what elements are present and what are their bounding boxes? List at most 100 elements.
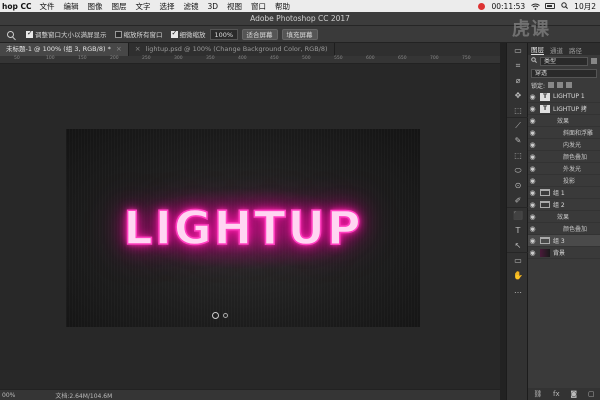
fit-screen-button[interactable]: 适合屏幕: [241, 28, 278, 40]
status-zoom[interactable]: 00%: [2, 392, 15, 399]
menu-item[interactable]: 选择: [159, 2, 174, 11]
menu-item[interactable]: 编辑: [63, 2, 78, 11]
zoom-all-windows-checkbox[interactable]: 缩放所有窗口: [114, 29, 163, 39]
layer-row[interactable]: ◉ 投影: [528, 175, 600, 187]
layer-row[interactable]: ◉ 斜面和浮雕: [528, 127, 600, 139]
visibility-eye-icon[interactable]: ◉: [528, 213, 537, 221]
visibility-eye-icon[interactable]: ◉: [528, 129, 537, 137]
menu-item[interactable]: 图像: [87, 2, 102, 11]
recording-icon[interactable]: [478, 2, 486, 10]
app-menu-name[interactable]: hop CC: [0, 2, 31, 11]
layer-name: 效果: [557, 118, 570, 125]
wifi-icon[interactable]: [531, 3, 540, 10]
scrubby-zoom-checkbox[interactable]: 细微缩放: [170, 29, 206, 39]
search-icon[interactable]: [561, 1, 569, 11]
tab-lightup-psd[interactable]: × lightup.psd @ 100% (Change Background …: [129, 43, 335, 56]
checkbox-checked[interactable]: [170, 29, 178, 38]
menu-item[interactable]: 3D: [207, 2, 218, 11]
blend-mode-select[interactable]: 穿透: [531, 68, 597, 78]
visibility-eye-icon[interactable]: ◉: [528, 153, 537, 161]
status-doc-info[interactable]: 文档:2.64M/104.6M: [55, 391, 112, 400]
layers-panel: 图层 通道 路径 类型 穿透 锁定: ◉ T LIGHTUP 1 ◉ T LIGHTUP …: [528, 43, 600, 400]
tab-channels[interactable]: 通道: [550, 45, 563, 55]
layer-row[interactable]: ◉ T LIGHTUP 拷: [528, 103, 600, 115]
tool-icon[interactable]: ⬭: [507, 163, 529, 178]
link-icon[interactable]: ⛓: [533, 390, 542, 398]
tool-icon[interactable]: ✥: [507, 88, 529, 103]
ruler-tick-label: 750: [462, 56, 471, 61]
menubar-status: 00:11:53 10月2: [478, 0, 596, 12]
tab-paths[interactable]: 路径: [569, 45, 582, 55]
tool-icon[interactable]: ⟋: [507, 118, 529, 133]
layer-row[interactable]: ◉ 颜色叠加: [528, 151, 600, 163]
layer-row[interactable]: ◉ 内发光: [528, 139, 600, 151]
visibility-eye-icon[interactable]: ◉: [528, 165, 537, 173]
tool-icon[interactable]: ⬛: [507, 208, 529, 223]
layer-kind-filter[interactable]: 类型: [540, 56, 588, 66]
checkbox-unchecked[interactable]: [114, 30, 122, 38]
tool-icon[interactable]: ✋: [507, 268, 529, 283]
menu-item[interactable]: 文件: [39, 2, 54, 11]
layer-row[interactable]: ◉ 组 3: [528, 235, 600, 247]
layer-row[interactable]: ◉ 效果: [528, 115, 600, 127]
lock-pixels-icon[interactable]: [557, 82, 564, 88]
fill-screen-button[interactable]: 填充屏幕: [281, 28, 318, 40]
tab-untitled-1[interactable]: 未标题-1 @ 100% (组 3, RGB/8) * ×: [0, 43, 129, 56]
tool-icon[interactable]: …: [507, 283, 529, 298]
visibility-eye-icon[interactable]: ◉: [528, 189, 537, 197]
menu-item[interactable]: 滤镜: [183, 2, 198, 11]
tab-label: 未标题-1 @ 100% (组 3, RGB/8) *: [6, 45, 111, 53]
visibility-eye-icon[interactable]: ◉: [528, 93, 537, 101]
document-workspace[interactable]: LIGHTUP: [0, 64, 500, 389]
visibility-eye-icon[interactable]: ◉: [528, 249, 537, 257]
tool-icon[interactable]: ⌀: [507, 73, 529, 88]
visibility-eye-icon[interactable]: ◉: [528, 117, 537, 125]
layer-row[interactable]: ◉ 外发光: [528, 163, 600, 175]
zoom-tool-icon[interactable]: [2, 28, 18, 40]
tool-icon[interactable]: ▭: [507, 253, 529, 268]
tool-icon[interactable]: T: [507, 223, 529, 238]
tool-icon[interactable]: ✎: [507, 133, 529, 148]
layer-row[interactable]: ◉ 组 1: [528, 187, 600, 199]
battery-icon[interactable]: [545, 3, 556, 9]
tool-icon[interactable]: ⌗: [507, 58, 529, 73]
menu-item[interactable]: 文字: [135, 2, 150, 11]
layer-row[interactable]: ◉ T LIGHTUP 1: [528, 91, 600, 103]
tool-icon[interactable]: ↖: [507, 238, 529, 253]
layer-row[interactable]: ◉ 效果: [528, 211, 600, 223]
tool-icon[interactable]: ▭: [507, 43, 529, 58]
zoom-percent-field[interactable]: 100%: [209, 28, 238, 40]
new-layer-icon[interactable]: ▢: [588, 390, 595, 398]
visibility-eye-icon[interactable]: ◉: [528, 225, 537, 233]
tool-icon[interactable]: ✐: [507, 193, 529, 208]
filter-image-icon[interactable]: [591, 58, 597, 64]
menu-item[interactable]: 帮助: [275, 2, 290, 11]
fx-icon[interactable]: fx: [553, 390, 560, 398]
mask-icon[interactable]: ◙: [570, 390, 577, 398]
image-thumbnail: [540, 248, 550, 257]
horizontal-ruler[interactable]: 50 100 150 200 250 300 350 400 450 500 550 600 650 70…: [0, 56, 500, 64]
close-icon[interactable]: ×: [116, 43, 122, 56]
lock-position-icon[interactable]: [566, 82, 573, 88]
visibility-eye-icon[interactable]: ◉: [528, 105, 537, 113]
tool-icon[interactable]: ⬚: [507, 103, 529, 118]
resize-windows-checkbox[interactable]: 调整窗口大小以满屏显示: [26, 29, 107, 39]
visibility-eye-icon[interactable]: ◉: [528, 237, 537, 245]
tab-label: lightup.psd @ 100% (Change Background Co…: [145, 45, 328, 53]
menu-item[interactable]: 图层: [111, 2, 126, 11]
visibility-eye-icon[interactable]: ◉: [528, 141, 537, 149]
layer-row[interactable]: ◉ 颜色叠加: [528, 223, 600, 235]
close-icon[interactable]: ×: [135, 43, 141, 56]
lock-transparency-icon[interactable]: [548, 82, 555, 88]
layer-row[interactable]: ◉ 组 2: [528, 199, 600, 211]
menu-item[interactable]: 视图: [227, 2, 242, 11]
document-canvas[interactable]: LIGHTUP: [66, 129, 420, 327]
checkbox-checked[interactable]: [26, 29, 33, 38]
visibility-eye-icon[interactable]: ◉: [528, 201, 537, 209]
tool-icon[interactable]: ⊙: [507, 178, 529, 193]
layer-row[interactable]: ◉ 背景: [528, 247, 600, 259]
visibility-eye-icon[interactable]: ◉: [528, 177, 537, 185]
tool-icon[interactable]: ⬚: [507, 148, 529, 163]
tab-layers[interactable]: 图层: [531, 44, 544, 55]
menu-item[interactable]: 窗口: [251, 2, 266, 11]
